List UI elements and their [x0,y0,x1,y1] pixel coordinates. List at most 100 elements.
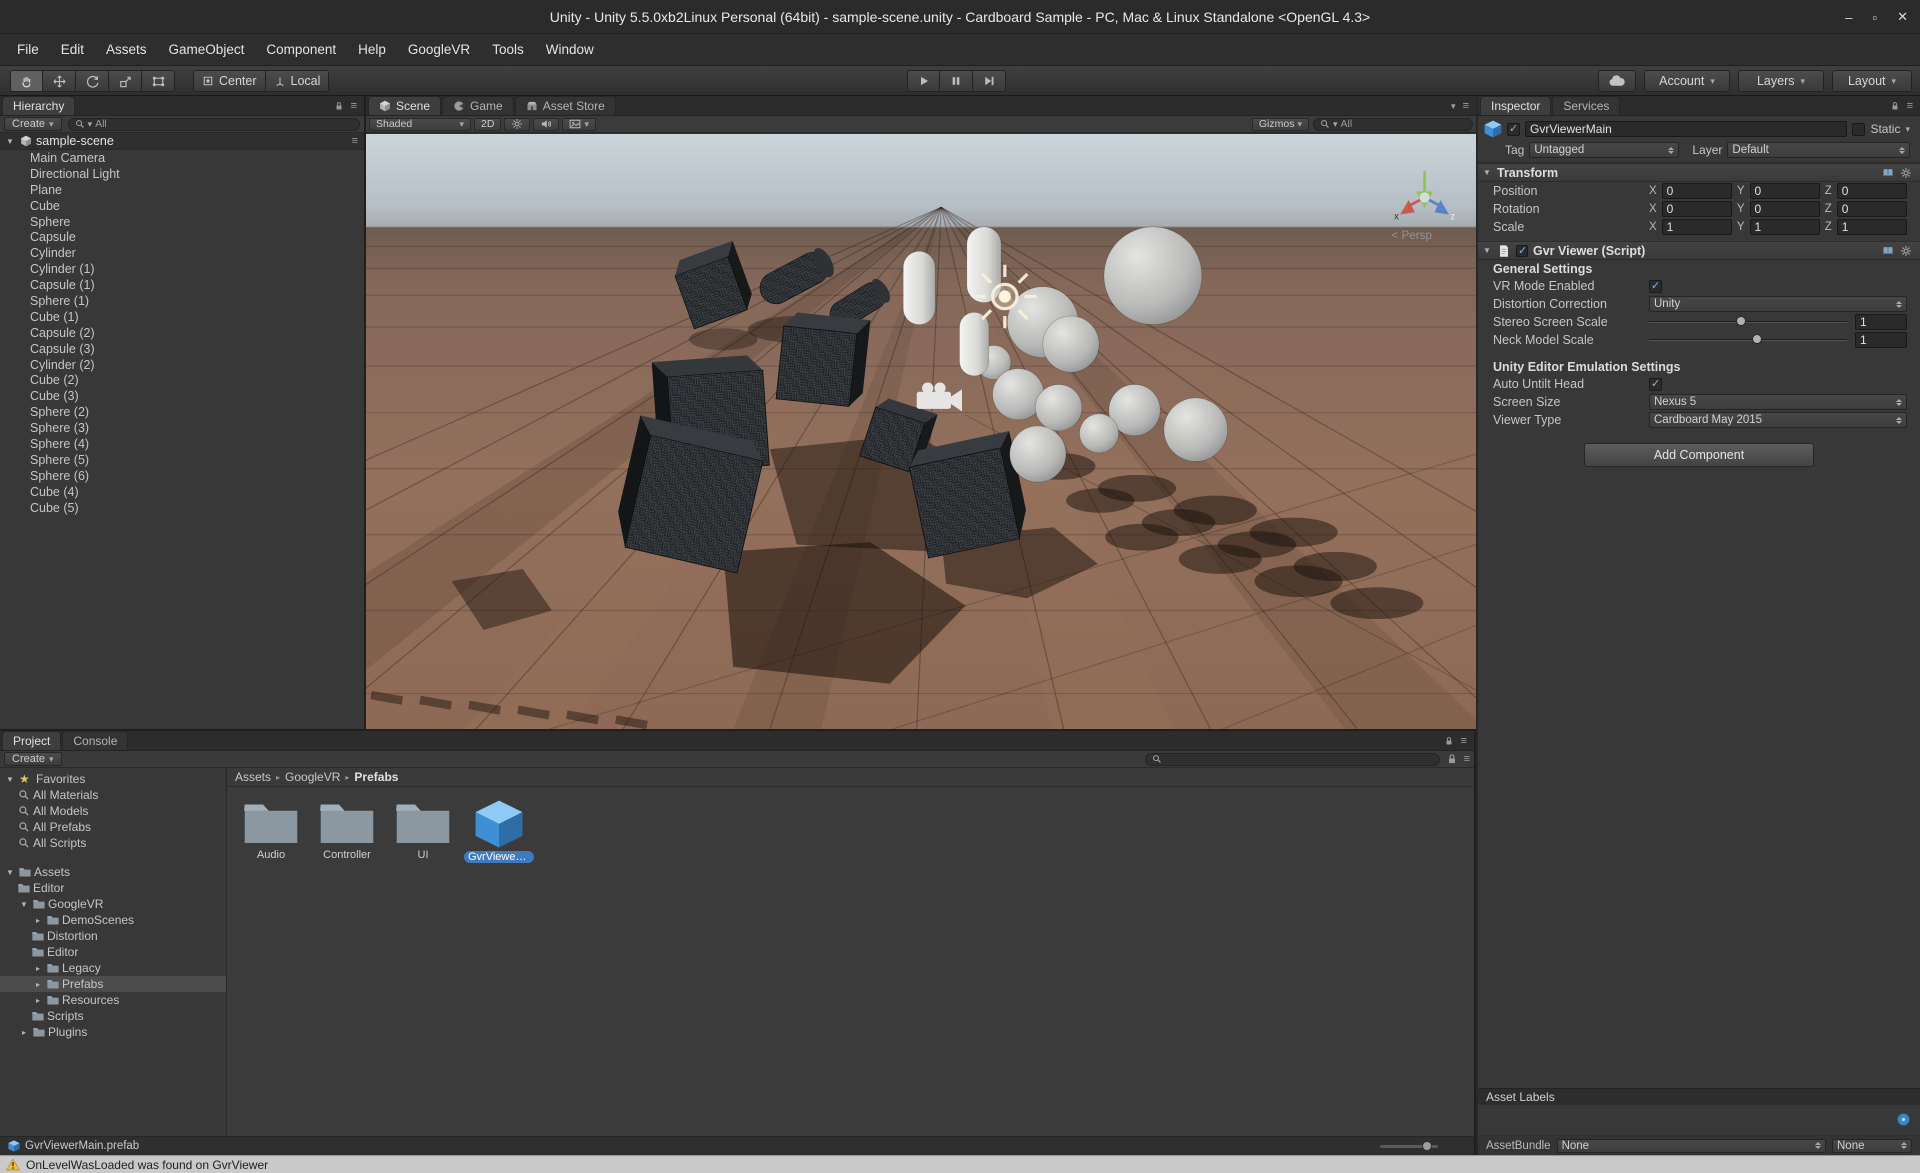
tree-item-scripts[interactable]: Scripts [0,1008,226,1024]
expander-icon[interactable]: ▸ [32,980,44,989]
hierarchy-item[interactable]: Cube (1) [0,309,364,325]
hierarchy-item[interactable]: Capsule [0,229,364,245]
slider-thumb[interactable] [1736,316,1746,326]
hierarchy-item[interactable]: Sphere (1) [0,293,364,309]
layer-dropdown[interactable]: Default [1727,142,1910,158]
assetbundle-dropdown[interactable]: None [1557,1139,1826,1153]
2d-toggle-button[interactable]: 2D [474,118,501,131]
tree-item-all-prefabs[interactable]: All Prefabs [0,819,226,835]
hierarchy-item[interactable]: Capsule (1) [0,277,364,293]
thumbnail-zoom-slider[interactable] [1380,1145,1438,1148]
rotation-y-field[interactable]: 0 [1750,201,1820,217]
tab-project[interactable]: Project [2,731,61,750]
hierarchy-item[interactable]: Cube (3) [0,388,364,404]
move-tool-button[interactable] [43,70,76,92]
hierarchy-item[interactable]: Cube (5) [0,500,364,516]
viewer-type-dropdown[interactable]: Cardboard May 2015 [1649,412,1907,428]
gvrviewer-component-header[interactable]: ▼ Gvr Viewer (Script) [1478,241,1920,260]
expander-icon[interactable]: ▼ [4,868,16,877]
space-toggle-button[interactable]: Local [266,70,330,92]
help-book-icon[interactable] [1882,167,1894,179]
layers-dropdown[interactable]: Layers▾ [1738,70,1824,92]
caret-down-icon[interactable]: ▾ [1451,102,1456,111]
hierarchy-item[interactable]: Cylinder (1) [0,261,364,277]
hierarchy-item[interactable]: Main Camera [0,150,364,166]
expander-icon[interactable]: ▼ [4,137,16,146]
project-search-input[interactable] [1145,753,1440,766]
expander-icon[interactable]: ▼ [1482,246,1492,255]
screen-size-dropdown[interactable]: Nexus 5 [1649,394,1907,410]
stereo-screen-scale-slider[interactable] [1649,321,1847,323]
axis-z-label[interactable]: z [1450,212,1455,223]
rect-tool-button[interactable] [142,70,175,92]
sun-light-gizmo[interactable] [973,265,1037,329]
close-button[interactable]: ✕ [1897,9,1908,25]
hierarchy-scene-row[interactable]: ▼ sample-scene ≡ [0,133,364,150]
expander-icon[interactable]: ▼ [4,775,16,784]
menu-googlevr[interactable]: GoogleVR [397,37,481,62]
hierarchy-item[interactable]: Cube (4) [0,484,364,500]
breadcrumb-assets[interactable]: Assets [235,770,271,784]
layout-dropdown[interactable]: Layout▾ [1832,70,1912,92]
tree-item-demoscenes[interactable]: ▸DemoScenes [0,912,226,928]
label-tag-icon[interactable] [1897,1113,1910,1126]
assetbundle-variant-dropdown[interactable]: None [1832,1139,1912,1153]
tree-item-resources[interactable]: ▸Resources [0,992,226,1008]
project-create-button[interactable]: Create▾ [4,752,62,766]
panel-menu-icon[interactable]: ≡ [1907,100,1913,112]
scene-menu-icon[interactable]: ≡ [352,135,358,147]
tree-item-all-materials[interactable]: All Materials [0,787,226,803]
panel-menu-icon[interactable]: ≡ [351,100,357,112]
expander-icon[interactable]: ▸ [32,964,44,973]
hierarchy-item[interactable]: Plane [0,182,364,198]
asset-tile-controller[interactable]: Controller [311,799,383,863]
tree-item-googlevr[interactable]: ▼GoogleVR [0,896,226,912]
tree-assets-root[interactable]: ▼Assets [0,864,226,880]
pivot-toggle-button[interactable]: Center [193,70,266,92]
tree-favorites-root[interactable]: ▼★Favorites [0,771,226,787]
tab-scene[interactable]: Scene [368,96,441,115]
menu-window[interactable]: Window [535,37,605,62]
scene-viewport[interactable]: x z < Persp [366,134,1476,729]
account-dropdown[interactable]: Account▾ [1644,70,1730,92]
help-book-icon[interactable] [1882,245,1894,257]
tab-game[interactable]: Game [442,96,514,115]
gameobject-name-field[interactable]: GvrViewerMain [1525,121,1847,137]
lock-icon[interactable] [1890,101,1900,111]
shading-mode-dropdown[interactable]: Shaded▾ [369,118,471,131]
menu-assets[interactable]: Assets [95,37,158,62]
asset-tile-ui[interactable]: UI [387,799,459,863]
menu-tools[interactable]: Tools [481,37,535,62]
static-flags-caret-icon[interactable]: ▾ [1905,125,1910,134]
step-button[interactable] [973,70,1006,92]
tree-item-editor-inner[interactable]: Editor [0,944,226,960]
effects-dropdown[interactable]: ▾ [562,118,596,131]
transform-component-header[interactable]: ▼ Transform [1478,163,1920,182]
neck-model-scale-slider[interactable] [1649,339,1847,341]
hierarchy-item[interactable]: Capsule (3) [0,341,364,357]
panel-menu-icon[interactable]: ≡ [1463,100,1469,112]
menu-edit[interactable]: Edit [50,37,95,62]
distortion-correction-dropdown[interactable]: Unity [1649,296,1907,312]
hierarchy-item[interactable]: Capsule (2) [0,325,364,341]
menu-help[interactable]: Help [347,37,397,62]
expander-icon[interactable]: ▸ [18,1028,30,1037]
play-button[interactable] [907,70,940,92]
tree-item-prefabs[interactable]: ▸Prefabs [0,976,226,992]
tab-hierarchy[interactable]: Hierarchy [2,96,75,115]
audio-toggle-button[interactable] [533,118,559,131]
hierarchy-item[interactable]: Sphere (2) [0,404,364,420]
gear-icon[interactable] [1900,167,1912,179]
tree-item-plugins[interactable]: ▸Plugins [0,1024,226,1040]
hierarchy-item[interactable]: Sphere (6) [0,468,364,484]
menu-file[interactable]: File [6,37,50,62]
asset-tile-gvrviewermain[interactable]: GvrViewerMa... [463,799,535,863]
rotation-x-field[interactable]: 0 [1662,201,1732,217]
expander-icon[interactable]: ▼ [18,900,30,909]
hierarchy-item[interactable]: Cylinder (2) [0,357,364,373]
cloud-services-button[interactable] [1598,70,1636,92]
expander-icon[interactable]: ▸ [32,916,44,925]
position-z-field[interactable]: 0 [1837,183,1907,199]
hierarchy-item[interactable]: Cube [0,198,364,214]
status-bar[interactable]: OnLevelWasLoaded was found on GvrViewer [0,1155,1920,1173]
